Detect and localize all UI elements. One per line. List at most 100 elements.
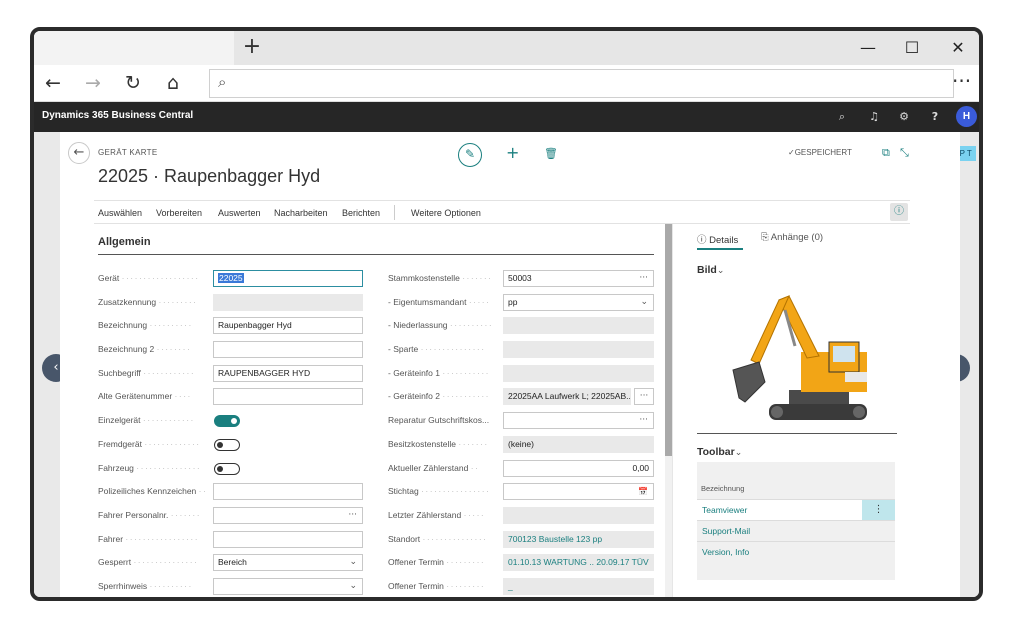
- action-vorbereiten[interactable]: Vorbereiten: [156, 208, 202, 218]
- offener-termin-link[interactable]: 01.10.13 WARTUNG .. 20.09.17 TÜV: [503, 554, 654, 571]
- label-text: Standort: [388, 534, 421, 544]
- label-text: Sperrhinweis: [98, 581, 148, 591]
- column-header: Bezeichnung: [701, 484, 745, 493]
- list-item[interactable]: Version, Info: [697, 541, 895, 562]
- stammkostenstelle-input[interactable]: 50003 ···: [503, 270, 654, 287]
- toggle-knob: [217, 465, 223, 472]
- action-nacharbeiten[interactable]: Nacharbeiten: [274, 208, 328, 218]
- label-text: Fahrer: [98, 534, 124, 544]
- tab-attachments[interactable]: ⎘ Anhänge (0): [761, 232, 823, 243]
- more-icon[interactable]: ···: [952, 69, 971, 93]
- scrollbar-thumb[interactable]: [665, 224, 672, 456]
- section-divider: [98, 254, 654, 255]
- niederlassung-field: [503, 317, 654, 334]
- search-icon[interactable]: ⌕: [834, 109, 850, 125]
- sparte-field: [503, 341, 654, 358]
- list-item[interactable]: Teamviewer ⋮: [697, 499, 895, 520]
- tab-details[interactable]: ⓘ Details: [697, 232, 738, 246]
- field-label: - Geräteinfo 1 ···········: [388, 368, 490, 378]
- lookup-icon[interactable]: ···: [639, 271, 648, 286]
- aktueller-zaehlerstand-input[interactable]: 0,00: [503, 460, 654, 477]
- close-button[interactable]: ✕: [946, 38, 970, 58]
- picture-section-title[interactable]: Bild⌄: [697, 264, 724, 276]
- sperrhinweis-select[interactable]: ⌄: [213, 578, 363, 595]
- refresh-icon[interactable]: ↻: [120, 71, 146, 95]
- minimize-button[interactable]: —: [856, 38, 880, 58]
- toolbar-section-title[interactable]: Toolbar⌄: [697, 446, 742, 458]
- new-tab-button[interactable]: +: [240, 36, 264, 60]
- fahrer-personalnr-input[interactable]: ···: [213, 507, 363, 524]
- selected-text: 22025: [218, 273, 244, 283]
- fremdgeraet-toggle[interactable]: [214, 439, 240, 451]
- list-item[interactable]: Support-Mail: [697, 520, 895, 541]
- gesperrt-select[interactable]: Bereich ⌄: [213, 554, 363, 571]
- app-title[interactable]: Dynamics 365 Business Central: [42, 110, 193, 121]
- action-separator: [394, 205, 395, 220]
- toggle-knob: [231, 417, 237, 424]
- field-label: Fahrer ·················: [98, 534, 200, 544]
- address-bar[interactable]: ⌕: [209, 69, 954, 98]
- section-title[interactable]: Allgemein: [98, 236, 151, 248]
- suchbegriff-input[interactable]: RAUPENBAGGER HYD: [213, 365, 363, 382]
- field-label: Aktueller Zählerstand ··: [388, 463, 480, 473]
- label-text: Zusatzkennung: [98, 297, 157, 307]
- help-icon[interactable]: ?: [927, 109, 943, 125]
- fahrzeug-toggle[interactable]: [214, 463, 240, 475]
- browser-tab[interactable]: [34, 31, 234, 65]
- tab-label: Details: [709, 235, 739, 246]
- avatar[interactable]: H: [956, 106, 977, 127]
- active-tab-indicator: [697, 248, 743, 250]
- action-berichten[interactable]: Berichten: [342, 208, 380, 218]
- kennzeichen-input[interactable]: [213, 483, 363, 500]
- eigentumsmandant-select[interactable]: pp ⌄: [503, 294, 654, 311]
- field-label: Einzelgerät ············: [98, 415, 195, 425]
- action-auswaehlen[interactable]: Auswählen: [98, 208, 142, 218]
- field-value: Bereich: [218, 557, 247, 567]
- maximize-button[interactable]: ☐: [900, 38, 924, 58]
- track-wheel: [853, 406, 865, 418]
- excavator-illustration: [732, 295, 867, 420]
- standort-link[interactable]: 700123 Baustelle 123 pp: [503, 531, 654, 548]
- field-label: - Sparte ···············: [388, 344, 486, 354]
- lookup-icon[interactable]: ···: [639, 413, 648, 428]
- section-label: Toolbar: [697, 446, 735, 458]
- label-text: Bezeichnung: [98, 320, 148, 330]
- label-text: Letzter Zählerstand: [388, 510, 462, 520]
- app-bar: Dynamics 365 Business Central ⌕ ♫ ⚙ ? H: [34, 102, 979, 132]
- bezeichnung-2-input[interactable]: [213, 341, 363, 358]
- einzelgeraet-toggle[interactable]: [214, 415, 240, 427]
- field-label: - Niederlassung ··········: [388, 320, 494, 330]
- stichtag-input[interactable]: 📅: [503, 483, 654, 500]
- geraet-input[interactable]: 22025: [213, 270, 363, 287]
- chevron-down-icon: ⌄: [349, 557, 357, 567]
- info-icon[interactable]: ⓘ: [890, 203, 908, 221]
- popout-icon[interactable]: ⧉: [882, 146, 890, 160]
- offener-termin-2-link[interactable]: _: [503, 578, 654, 595]
- label-text: Polizeiliches Kennzeichen: [98, 486, 197, 496]
- back-button[interactable]: ←: [68, 142, 90, 164]
- track-wheel: [771, 406, 783, 418]
- back-icon[interactable]: ←: [40, 71, 66, 95]
- browser-titlebar: + — ☐ ✕: [34, 31, 979, 65]
- geraeteinfo-2-lookup-button[interactable]: ···: [634, 388, 654, 405]
- add-icon[interactable]: +: [506, 143, 519, 162]
- fahrer-input[interactable]: [213, 531, 363, 548]
- label-text: - Geräteinfo 2: [388, 391, 440, 401]
- bezeichnung-input[interactable]: Raupenbagger Hyd: [213, 317, 363, 334]
- alte-geraetenummer-input[interactable]: [213, 388, 363, 405]
- reparatur-gutschrift-input[interactable]: ···: [503, 412, 654, 429]
- chevron-down-icon: ⌄: [640, 297, 648, 307]
- calendar-icon[interactable]: 📅: [638, 484, 648, 499]
- action-more-options[interactable]: Weitere Optionen: [411, 208, 481, 218]
- delete-icon[interactable]: 🗑: [544, 147, 558, 160]
- home-icon[interactable]: ⌂: [160, 71, 186, 95]
- forward-icon[interactable]: →: [80, 71, 106, 95]
- excavator-picture: [732, 295, 867, 420]
- bell-icon[interactable]: ♫: [866, 109, 882, 125]
- edit-icon[interactable]: ✎: [458, 143, 482, 167]
- row-menu-icon[interactable]: ⋮: [862, 500, 895, 520]
- lookup-icon[interactable]: ···: [348, 508, 357, 523]
- collapse-icon[interactable]: ⤡: [900, 146, 909, 160]
- gear-icon[interactable]: ⚙: [896, 109, 912, 125]
- action-auswerten[interactable]: Auswerten: [218, 208, 261, 218]
